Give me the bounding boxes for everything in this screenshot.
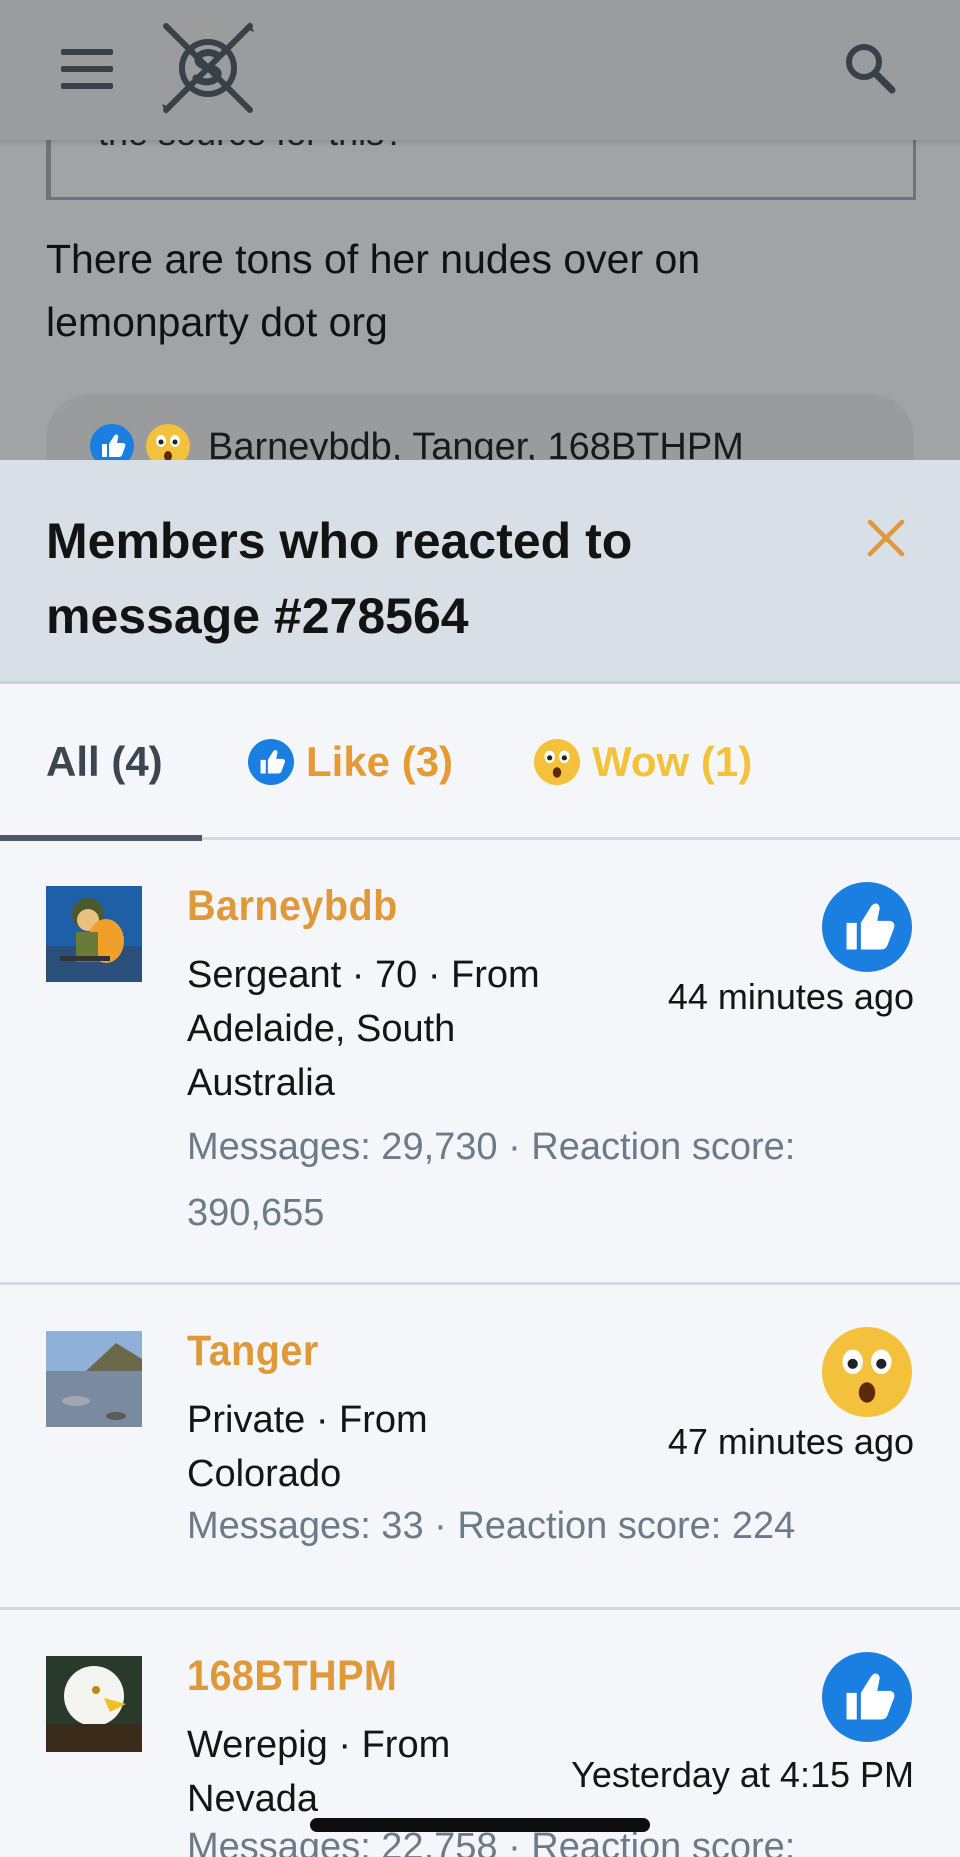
member-name[interactable]: Tanger [187, 1327, 319, 1376]
wow-icon [822, 1327, 912, 1417]
reaction-time: 44 minutes ago [667, 976, 914, 1017]
search-icon[interactable] [842, 40, 898, 96]
tab-all-label: All (4) [46, 738, 163, 785]
like-icon [822, 1652, 912, 1742]
member-stats: Messages: 29,730 · Reaction score: 390,6… [187, 1126, 796, 1234]
member-info: Sergeant · 70 · From Adelaide, South Aus… [187, 954, 540, 1104]
reaction-time: 47 minutes ago [667, 1421, 914, 1462]
hamburger-menu-icon[interactable] [61, 49, 113, 89]
wow-icon [534, 739, 580, 785]
avatar[interactable] [46, 886, 142, 982]
member-stats: Messages: 33 · Reaction score: 224 [187, 1505, 796, 1547]
like-icon [248, 739, 294, 785]
reaction-time: Yesterday at 4:15 PM [571, 1754, 914, 1795]
member-row: Tanger Private · From Colorado Messages:… [0, 1285, 960, 1610]
tab-wow[interactable]: Wow (1) [534, 684, 752, 840]
site-logo-icon[interactable] [158, 18, 258, 118]
modal-header: Members who reacted to message #278564 [0, 460, 960, 684]
tab-all[interactable]: All (4) [46, 684, 163, 840]
member-info: Private · From Colorado [187, 1399, 428, 1495]
member-name[interactable]: Barneybdb [187, 882, 398, 931]
top-navigation-bar [0, 0, 960, 140]
tab-wow-label: Wow (1) [592, 738, 753, 785]
like-icon [822, 882, 912, 972]
tab-like-label: Like (3) [306, 738, 454, 785]
member-row: Barneybdb Sergeant · 70 · From Adelaide,… [0, 840, 960, 1285]
home-indicator[interactable] [310, 1818, 650, 1832]
modal-title: Members who reacted to message #278564 [46, 513, 633, 644]
avatar[interactable] [46, 1656, 142, 1752]
close-icon[interactable] [864, 516, 908, 560]
member-name[interactable]: 168BTHPM [187, 1652, 397, 1701]
avatar[interactable] [46, 1331, 142, 1427]
member-info: Werepig · From Nevada [187, 1724, 451, 1820]
post-body-text: There are tons of her nudes over on lemo… [46, 236, 701, 345]
reaction-tabs: All (4) Like (3) Wow (1) [0, 684, 960, 841]
reactions-modal: Members who reacted to message #278564 A… [0, 460, 960, 1857]
tab-like[interactable]: Like (3) [248, 684, 453, 840]
